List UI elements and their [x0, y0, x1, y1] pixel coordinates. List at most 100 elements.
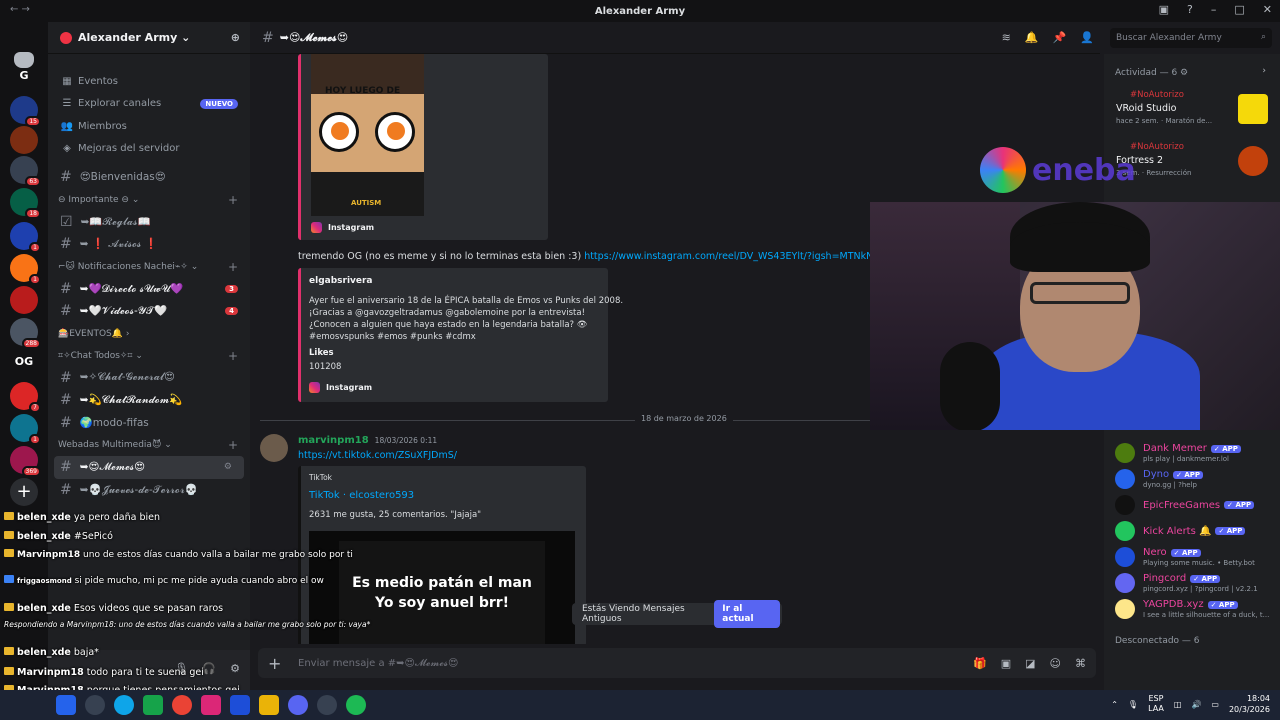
mic-icon[interactable]: 🎙 — [174, 662, 188, 675]
guild-icon[interactable] — [10, 126, 38, 154]
gif-icon[interactable]: ▣ — [1001, 657, 1011, 670]
channel-directo[interactable]: # ➥💜𝓓𝓲𝓻𝓮𝓬𝓽𝓸 𝓼𝓤𝔀𝓤💜 3 — [48, 278, 250, 301]
guild-icon[interactable]: 1 — [10, 414, 41, 445]
add-channel-icon[interactable]: + — [228, 193, 238, 207]
edge-icon[interactable] — [114, 695, 134, 715]
ig-footer: Instagram — [309, 382, 372, 393]
spotify-icon[interactable] — [346, 695, 366, 715]
guild-icon[interactable]: 15 — [10, 96, 41, 127]
threads-icon[interactable]: ≋ — [1002, 31, 1011, 44]
settings-icon[interactable]: ⚙ — [224, 462, 232, 472]
nav-arrows[interactable]: ← → — [10, 4, 30, 15]
app-icon[interactable] — [201, 695, 221, 715]
discord-icon[interactable] — [288, 695, 308, 715]
mic-icon[interactable]: 🎙 — [1128, 700, 1138, 709]
channel-memes[interactable]: # ➥😍𝓜𝓮𝓶𝓮𝓼😍 ⚙ — [54, 456, 244, 479]
embed-title[interactable]: TikTok · elcostero593 — [309, 490, 414, 501]
jump-to-present-button[interactable]: Ir al actual — [714, 600, 780, 628]
channel-avisos[interactable]: # ➥ ❗ 𝓐𝓿𝓲𝓼𝓸𝓼 ❗ — [48, 233, 250, 256]
guild-g[interactable]: G — [10, 62, 38, 90]
server-header[interactable]: Alexander Army ⌄ ⊕ — [48, 22, 250, 54]
member-row[interactable]: Nero ✓ APP Playing some music. • Betty.bot — [1104, 544, 1280, 570]
add-server-icon[interactable]: + — [10, 478, 38, 506]
channel-modo-fifas[interactable]: # 🌍modo-fifas — [48, 412, 250, 435]
nav-members[interactable]: 👥 Miembros — [48, 115, 250, 138]
channel-chat-general[interactable]: # ➥✧𝓒𝓱𝓪𝓽-𝓖𝓮𝓷𝓮𝓻𝓪𝓵😍 — [48, 367, 250, 390]
language-indicator[interactable]: ESP LAA — [1148, 694, 1164, 714]
volume-icon[interactable]: 🔊 — [1191, 700, 1201, 709]
category-notificaciones[interactable]: ⌐🐱 Notificaciones Nachei⌁✧ ⌄ + — [48, 256, 250, 278]
guild-og[interactable]: OG — [10, 348, 38, 376]
guild-icon[interactable] — [10, 286, 38, 314]
guild-icon[interactable]: 18 — [10, 188, 41, 219]
avatar[interactable] — [260, 434, 288, 462]
gift-icon[interactable]: 🎁 — [973, 657, 987, 670]
category-eventos[interactable]: 🎰EVENTOS🔔 › — [48, 323, 250, 345]
add-channel-icon[interactable]: + — [228, 260, 238, 274]
sticker-icon[interactable]: ◪ — [1025, 657, 1035, 670]
battery-icon[interactable]: ▭ — [1211, 700, 1219, 709]
window-controls[interactable]: ▣ ? – □ ✕ — [1159, 3, 1272, 16]
nav-events[interactable]: ▦ Eventos — [48, 70, 250, 93]
message-author[interactable]: marvinpm18 — [298, 435, 369, 446]
search-input[interactable]: Buscar Alexander Army ⌕ — [1110, 28, 1272, 48]
minimize-icon[interactable]: – — [1211, 3, 1217, 16]
bell-icon[interactable]: 🔔 — [1025, 31, 1039, 44]
headphones-icon[interactable]: 🎧 — [202, 662, 216, 675]
obs-icon[interactable] — [317, 695, 337, 715]
close-icon[interactable]: ✕ — [1263, 3, 1272, 16]
guild-icon[interactable]: 1 — [10, 254, 41, 285]
nav-boosts[interactable]: ◈ Mejoras del servidor — [48, 138, 250, 161]
channel-jueves[interactable]: # ➥💀𝓙𝓾𝓮𝓿𝓮𝓼-𝓭𝓮-𝓣𝓮𝓻𝓻𝓸𝓻💀 — [48, 479, 250, 502]
add-channel-icon[interactable]: + — [228, 349, 238, 363]
member-row[interactable]: EpicFreeGames ✓ APP — [1104, 492, 1280, 518]
apps-icon[interactable]: ⌘ — [1075, 657, 1086, 670]
category-webadas[interactable]: Webadas Multimedia😈 ⌄ + — [48, 434, 250, 456]
embed-author[interactable]: elgabsrivera — [309, 276, 373, 286]
pin-icon[interactable]: 📌 — [1053, 31, 1067, 44]
guild-icon[interactable]: 288 — [10, 318, 41, 349]
channel-bienvenidas[interactable]: # 😍Bienvenidas😍 — [48, 166, 250, 189]
embed-image[interactable]: HOY LUEGO DE AUTISM — [311, 54, 424, 216]
activity-card[interactable]: #NoAutorizo VRoid Studio hace 2 sem. · M… — [1104, 86, 1280, 138]
member-row[interactable]: Kick Alerts 🔔 ✓ APP — [1104, 518, 1280, 544]
xbox-icon[interactable] — [143, 695, 163, 715]
member-row[interactable]: Dank Memer ✓ APP pls play | dankmemer.lol — [1104, 440, 1280, 466]
clock[interactable]: 18:04 20/3/2026 — [1229, 693, 1270, 715]
chrome-icon[interactable] — [172, 695, 192, 715]
guild-icon[interactable]: 7 — [10, 382, 41, 413]
user-settings-icon[interactable]: ⚙ — [230, 662, 240, 675]
member-row[interactable]: Pingcord ✓ APP pingcord.xyz | ?pingcord | … — [1104, 570, 1280, 596]
help-icon[interactable]: ? — [1187, 3, 1193, 16]
nav-explore-channels[interactable]: ☰ Explorar canales NUEVO — [48, 93, 250, 116]
invite-icon[interactable]: ⊕ — [231, 31, 240, 44]
message-input[interactable]: Enviar mensaje a #➥😍𝓜𝓮𝓶𝓮𝓼😍 — [298, 658, 458, 669]
member-row[interactable]: Dyno ✓ APP dyno.gg | ?help — [1104, 466, 1280, 492]
attach-plus-icon[interactable]: + — [268, 654, 288, 673]
video-thumbnail[interactable]: Es medio patán el man Yo soy anuel brr! — [309, 531, 575, 644]
emoji-icon[interactable]: ☺ — [1050, 657, 1061, 670]
member-list-icon[interactable]: 👤 — [1080, 31, 1094, 44]
message-link[interactable]: https://vt.tiktok.com/ZSuXFJDmS/ — [298, 450, 457, 461]
member-row[interactable]: YAGPDB.xyz ✓ APP I see a little silhouette… — [1104, 596, 1280, 622]
search-icon[interactable] — [85, 695, 105, 715]
add-channel-icon[interactable]: + — [228, 438, 238, 452]
category-importante[interactable]: ⊖ Importante ⊖ ⌄ + — [48, 189, 250, 211]
folder-icon[interactable] — [259, 695, 279, 715]
channel-videos[interactable]: # ➥🤍𝓥𝓲𝓭𝓮𝓸𝓼-𝓨𝓣🤍 4 — [48, 300, 250, 323]
chevron-right-icon[interactable]: › — [1262, 66, 1266, 76]
channel-reglas[interactable]: ☑ ➥📖𝓡𝓮𝓰𝓵𝓪𝓼📖 — [48, 211, 250, 234]
guild-icon[interactable]: 369 — [10, 446, 41, 477]
message-composer[interactable]: + Enviar mensaje a #➥😍𝓜𝓮𝓶𝓮𝓼😍 🎁 ▣ ◪ ☺ ⌘ — [258, 648, 1096, 678]
guild-icon[interactable]: 1 — [10, 222, 41, 253]
guild-icon[interactable]: 63 — [10, 156, 41, 187]
start-icon[interactable] — [56, 695, 76, 715]
channel-chat-random[interactable]: # ➥💫𝓒𝓱𝓪𝓽𝓡𝓪𝓷𝓭𝓸𝓶💫 — [48, 389, 250, 412]
inbox-icon[interactable]: ▣ — [1159, 3, 1169, 16]
category-chat[interactable]: ⌗✧Chat Todos✧⌗ ⌄ + — [48, 345, 250, 367]
steam-icon[interactable] — [230, 695, 250, 715]
network-icon[interactable]: ◫ — [1174, 700, 1182, 709]
maximize-icon[interactable]: □ — [1234, 3, 1244, 16]
message-link[interactable]: https://www.instagram.com/reel/DV_WS43EY… — [584, 251, 895, 262]
chevron-up-icon[interactable]: ⌃ — [1111, 700, 1118, 709]
